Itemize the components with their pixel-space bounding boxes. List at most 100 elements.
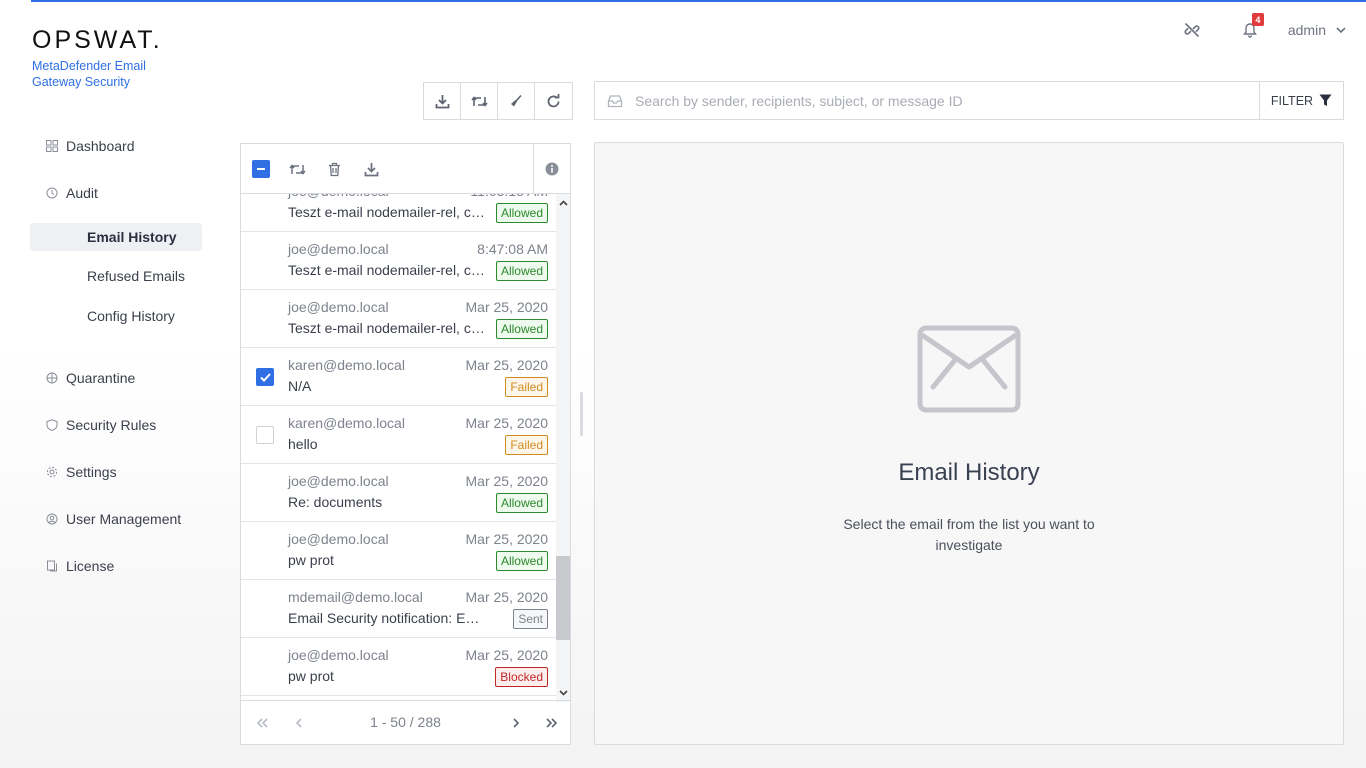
select-all-checkbox[interactable]	[252, 160, 270, 178]
double-chevron-right-icon	[546, 718, 558, 728]
retweet-button[interactable]	[461, 83, 498, 119]
sidebar-item-dashboard[interactable]: Dashboard	[30, 132, 202, 160]
table-row[interactable]: joe@demo.local Mar 25, 2020 pw prot Allowed	[241, 522, 556, 580]
email-subject: Teszt e-mail nodemailer-rel, csatolmánny…	[288, 262, 488, 278]
email-subject: N/A	[288, 378, 312, 394]
info-icon	[545, 162, 559, 175]
email-list: joe@demo.local 11:03:13 AM Teszt e-mail no…	[241, 194, 556, 702]
sidebar-item-quarantine[interactable]: Quarantine	[30, 364, 202, 392]
table-row[interactable]: karen@demo.local Mar 25, 2020 hello Failed	[241, 406, 556, 464]
table-row[interactable]: mdemail@demo.local Mar 25, 2020 Email Secu…	[241, 580, 556, 638]
detail-description: Select the email from the list you want …	[843, 516, 1095, 553]
table-row[interactable]: joe@demo.local Mar 25, 2020 Teszt e-mail n…	[241, 290, 556, 348]
email-subject: Teszt e-mail nodemailer-rel, csatolmánny…	[288, 204, 488, 220]
unlink-icon	[1184, 23, 1200, 37]
sidebar-item-security-rules[interactable]: Security Rules	[30, 411, 202, 439]
email-date: Mar 25, 2020	[465, 357, 549, 373]
row-checkbox[interactable]	[256, 426, 274, 444]
table-row[interactable]: joe@demo.local Mar 25, 2020 Re: documents A…	[241, 464, 556, 522]
trash-icon	[328, 162, 340, 176]
email-toolbar	[423, 82, 573, 120]
sidebar-item-audit[interactable]: Audit	[30, 179, 202, 207]
email-subject: hello	[288, 436, 318, 452]
status-badge: Allowed	[495, 261, 548, 281]
sanitize-button[interactable]	[498, 83, 535, 119]
refresh-button[interactable]	[535, 83, 572, 119]
retweet-icon	[288, 163, 306, 175]
gear-icon	[46, 466, 58, 478]
email-date: 11:03:13 AM	[470, 194, 548, 199]
email-sender: karen@demo.local	[288, 357, 405, 373]
status-badge: Blocked	[495, 667, 548, 687]
email-list-panel: joe@demo.local 11:03:13 AM Teszt e-mail no…	[240, 143, 571, 745]
shield-icon	[46, 419, 58, 431]
info-button[interactable]	[533, 144, 570, 193]
notification-badge: 4	[1251, 13, 1264, 26]
last-page-button[interactable]	[543, 714, 561, 732]
product-name: MetaDefender Email Gateway Security	[32, 59, 146, 89]
user-icon	[46, 513, 58, 525]
quarantine-icon	[46, 372, 58, 384]
table-row[interactable]: karen@demo.local Mar 25, 2020 N/A Failed	[241, 348, 556, 406]
user-menu[interactable]: admin	[1288, 22, 1346, 38]
email-date: 8:47:08 AM	[477, 241, 548, 257]
sidebar-item-config-history[interactable]: Config History	[30, 302, 202, 330]
scroll-up-arrow-icon[interactable]	[556, 196, 570, 210]
funnel-icon	[1319, 94, 1332, 106]
table-row[interactable]: joe@demo.local 8:47:08 AM Teszt e-mail nod…	[241, 232, 556, 290]
panel-resize-handle[interactable]	[580, 392, 583, 436]
download-icon	[435, 94, 449, 108]
sidebar-item-settings[interactable]: Settings	[30, 458, 202, 486]
sidebar-item-email-history[interactable]: Email History	[30, 223, 202, 251]
email-sender: joe@demo.local	[288, 241, 389, 257]
chevron-down-icon	[1336, 27, 1346, 33]
sidebar-item-refused-emails[interactable]: Refused Emails	[30, 262, 202, 290]
email-sender: joe@demo.local	[288, 531, 389, 547]
scroll-thumb[interactable]	[556, 556, 570, 640]
audit-icon	[46, 187, 58, 199]
license-icon	[46, 560, 58, 572]
table-row[interactable]: joe@demo.local Mar 25, 2020 pw prot Blocked	[241, 638, 556, 696]
refresh-icon	[547, 93, 560, 107]
list-toolbar	[241, 144, 570, 194]
status-badge: Allowed	[495, 319, 548, 339]
envelope-icon	[917, 325, 1021, 413]
unlink-button[interactable]	[1178, 16, 1206, 44]
table-row[interactable]: joe@demo.local 11:03:13 AM Teszt e-mail no…	[241, 194, 556, 232]
email-detail-panel: Email History Select the email from the …	[594, 142, 1344, 745]
top-accent-line	[31, 0, 1366, 2]
email-date: Mar 25, 2020	[465, 531, 549, 547]
email-date: Mar 25, 2020	[465, 647, 549, 663]
next-page-button[interactable]	[507, 714, 525, 732]
email-sender: mdemail@demo.local	[288, 589, 423, 605]
user-name: admin	[1287, 22, 1326, 38]
email-date: Mar 25, 2020	[465, 473, 549, 489]
email-sender: joe@demo.local	[288, 299, 389, 315]
detail-title: Email History	[898, 459, 1040, 486]
search-input[interactable]	[635, 92, 1259, 109]
inbox-icon	[595, 94, 635, 108]
notifications-button[interactable]: 4	[1236, 13, 1264, 44]
list-delete-button[interactable]	[323, 158, 345, 180]
filter-button[interactable]: FILTER	[1259, 82, 1343, 119]
sidebar-item-user-management[interactable]: User Management	[30, 505, 202, 533]
sidebar-item-license[interactable]: License	[30, 552, 202, 580]
brand-logo[interactable]: OPSWAT. MetaDefender Email Gateway Secur…	[32, 28, 163, 90]
status-badge: Allowed	[495, 493, 548, 513]
email-sender: joe@demo.local	[288, 647, 389, 663]
email-subject: Re: documents	[288, 494, 383, 510]
retweet-icon	[470, 95, 488, 107]
list-download-button[interactable]	[360, 158, 382, 180]
list-retweet-button[interactable]	[286, 158, 308, 180]
email-date: Mar 25, 2020	[465, 589, 549, 605]
list-scrollbar[interactable]	[556, 194, 570, 702]
row-checkbox[interactable]	[256, 368, 274, 386]
status-badge: Allowed	[495, 551, 548, 571]
email-subject: pw prot	[288, 552, 334, 568]
email-date: Mar 25, 2020	[465, 299, 549, 315]
dashboard-icon	[46, 140, 58, 152]
download-button[interactable]	[424, 83, 461, 119]
scroll-down-arrow-icon[interactable]	[556, 686, 570, 700]
search-bar: FILTER	[594, 81, 1344, 120]
email-date: Mar 25, 2020	[465, 415, 549, 431]
